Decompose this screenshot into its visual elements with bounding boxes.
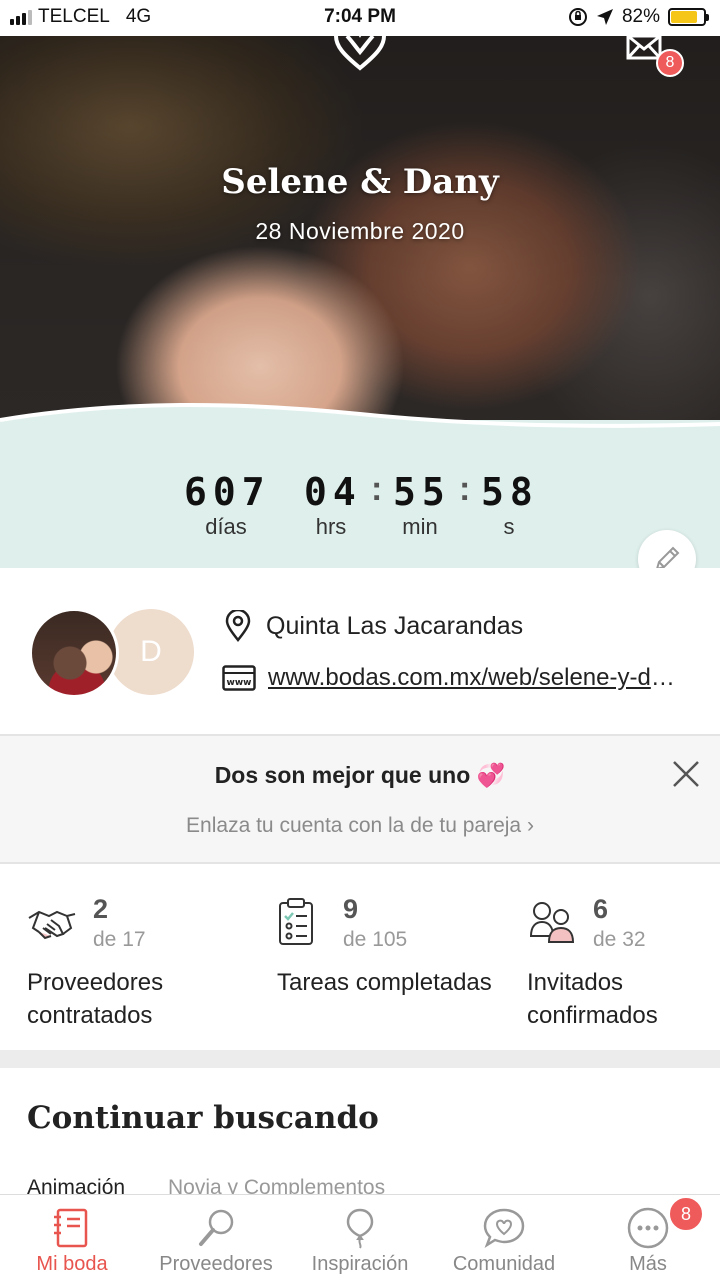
- link-partner-banner[interactable]: Dos son mejor que uno 💞 Enlaza tu cuenta…: [0, 734, 720, 864]
- checklist-icon: [279, 898, 313, 945]
- nav-item-proveedores[interactable]: Proveedores: [144, 1195, 288, 1280]
- website-link[interactable]: www.bodas.com.mx/web/selene-y-dany: [268, 664, 688, 692]
- handshake-icon: [28, 910, 76, 940]
- stat-label: Proveedores contratados: [27, 969, 164, 1029]
- wedding-info: D Quinta Las Jacarandas www www.bodas.co…: [0, 568, 720, 734]
- couple-names: Selene & Dany: [221, 162, 499, 202]
- mail-badge: 8: [656, 49, 684, 77]
- stat-label: Tareas completadas: [277, 969, 492, 996]
- nav-label: Proveedores: [159, 1253, 273, 1275]
- countdown-minutes-label: min: [402, 514, 438, 539]
- countdown-seconds: 58: [481, 470, 539, 514]
- countdown-days: 607: [184, 470, 271, 514]
- svg-text:www: www: [227, 678, 252, 688]
- section-divider: [0, 1050, 720, 1068]
- continue-searching-section: Continuar buscando Animación Novia y Com…: [0, 1068, 720, 1198]
- stat-total: de 32: [593, 928, 646, 951]
- countdown-separator: :: [459, 470, 471, 508]
- more-badge: 8: [668, 1196, 704, 1232]
- nav-item-mi-boda[interactable]: Mi boda: [0, 1195, 144, 1280]
- guests-icon: [529, 902, 575, 943]
- battery-fill: [671, 11, 698, 23]
- nav-label: Más: [629, 1253, 667, 1275]
- nav-item-inspiracion[interactable]: Inspiración: [288, 1195, 432, 1280]
- venue-row[interactable]: Quinta Las Jacarandas: [224, 610, 523, 642]
- status-right: 82%: [568, 6, 709, 28]
- stat-total: de 17: [93, 928, 146, 951]
- couple-avatar[interactable]: [29, 608, 119, 698]
- partner-avatar[interactable]: D: [108, 609, 194, 695]
- location-arrow-icon: [596, 9, 613, 25]
- stat-count: 2: [93, 894, 109, 924]
- nav-item-comunidad[interactable]: Comunidad: [432, 1195, 576, 1280]
- wave-divider: [0, 402, 720, 450]
- venue-name: Quinta Las Jacarandas: [266, 611, 524, 640]
- location-pin-icon: [225, 610, 251, 642]
- rotation-lock-icon: [568, 8, 587, 26]
- bottom-navigation: Mi boda Proveedores Inspiración Comunida…: [0, 1194, 720, 1280]
- stat-total: de 105: [343, 928, 408, 951]
- chat-heart-icon: [483, 1208, 525, 1249]
- website-icon: www: [222, 665, 256, 691]
- stats-section: 2 de 17 Proveedores contratados 9 de 105…: [0, 866, 720, 1050]
- nav-label: Inspiración: [311, 1253, 409, 1275]
- heart-logo-icon: [333, 22, 387, 71]
- countdown-separator: :: [371, 470, 383, 508]
- link-account-link[interactable]: Enlaza tu cuenta con la de tu pareja ›: [0, 814, 720, 838]
- countdown-hours: 04: [304, 470, 362, 514]
- stat-count: 9: [343, 894, 359, 924]
- battery-percent: 82%: [621, 6, 660, 27]
- countdown-seconds-label: s: [503, 514, 515, 539]
- wedding-date: 28 Noviembre 2020: [255, 218, 465, 244]
- stat-label: Invitados confirmados: [527, 969, 658, 1029]
- balloon-icon: [346, 1208, 374, 1249]
- countdown-minutes: 55: [393, 470, 451, 514]
- more-icon: [627, 1207, 669, 1249]
- section-title: Continuar buscando: [27, 1100, 379, 1136]
- magnifier-icon: [199, 1209, 234, 1246]
- nav-label: Mi boda: [36, 1253, 108, 1275]
- countdown-days-label: días: [205, 514, 247, 539]
- banner-title: Dos son mejor que uno 💞: [214, 762, 506, 788]
- notebook-icon: [54, 1208, 88, 1248]
- countdown-hours-label: hrs: [315, 514, 347, 539]
- countdown-timer: 607 04 : 55 : 58 días hrs min s: [0, 470, 720, 540]
- nav-label: Comunidad: [452, 1253, 556, 1275]
- website-row[interactable]: www www.bodas.com.mx/web/selene-y-dany: [222, 664, 688, 692]
- stat-count: 6: [593, 894, 609, 924]
- close-icon[interactable]: [670, 758, 702, 790]
- battery-icon: [668, 8, 709, 26]
